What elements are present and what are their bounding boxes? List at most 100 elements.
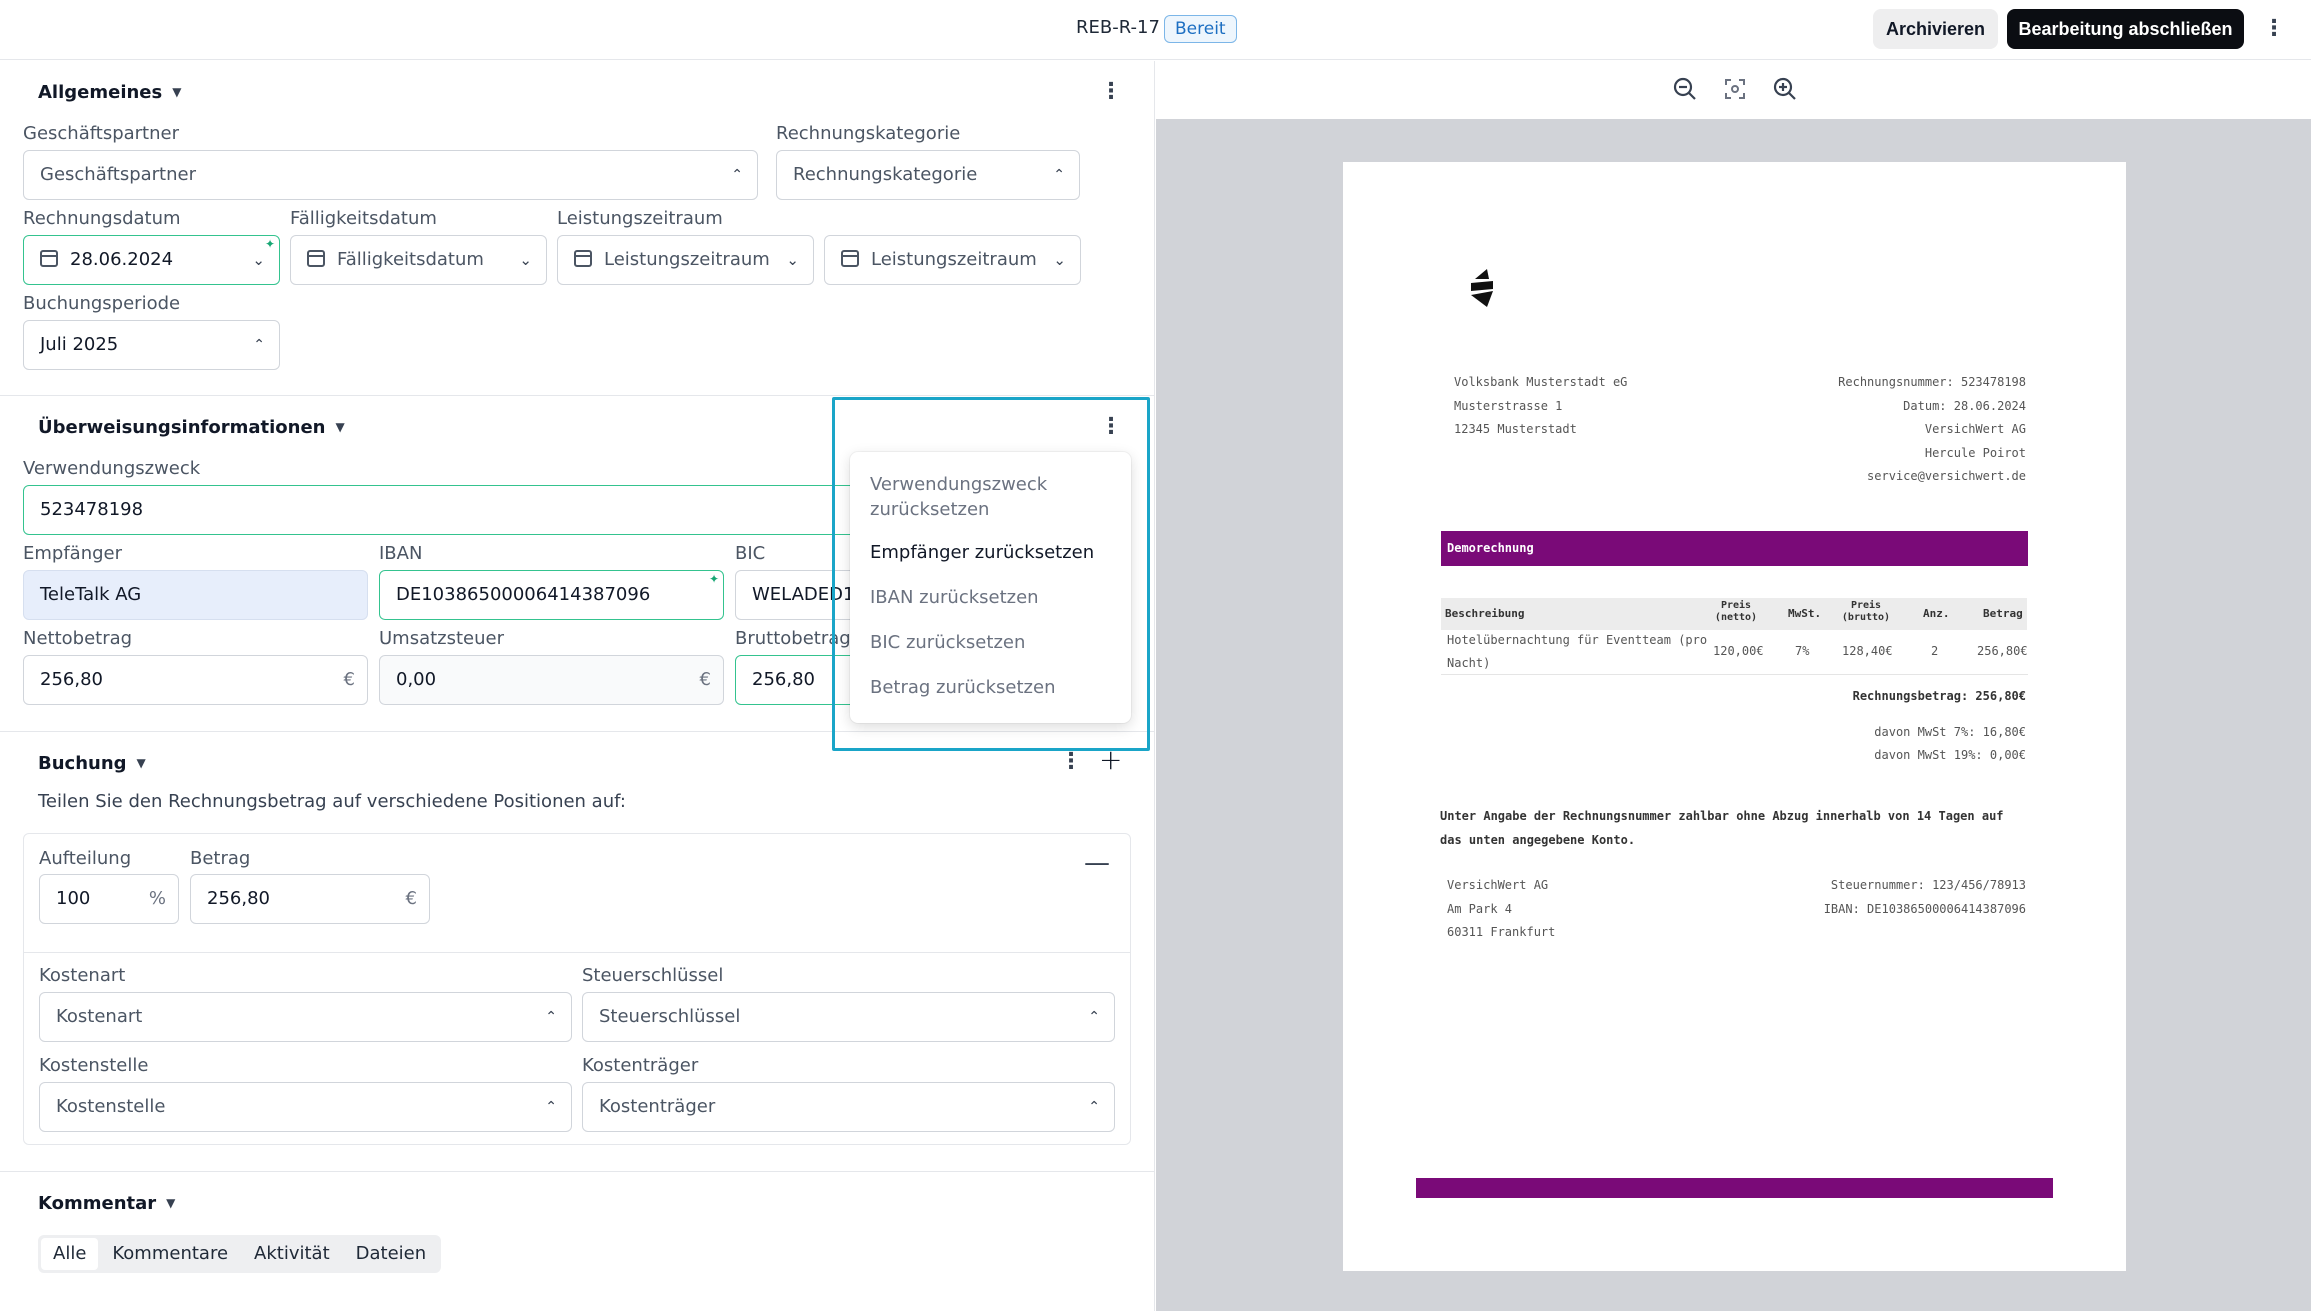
invoice-meta: Rechnungsnummer: 523478198 Datum: 28.06.2… xyxy=(1838,375,2026,483)
tab-files[interactable]: Dateien xyxy=(344,1238,439,1270)
remove-position-icon[interactable]: — xyxy=(1084,848,1110,878)
service-period-end-picker[interactable]: Leistungszeitraum ⌄ xyxy=(824,235,1081,285)
bic-label: BIC xyxy=(735,543,766,564)
split-percent-input[interactable]: 100% xyxy=(39,874,179,924)
tax-key-label: Steuerschlüssel xyxy=(582,965,724,986)
comment-tabs: Alle Kommentare Aktivität Dateien xyxy=(38,1235,442,1273)
booking-help-text: Teilen Sie den Rechnungsbetrag auf versc… xyxy=(38,791,626,812)
booking-period-select[interactable]: Juli 2025 ⌃ xyxy=(23,320,280,370)
menu-item-reset-bic[interactable]: BIC zurücksetzen xyxy=(870,630,1025,655)
archive-button[interactable]: Archivieren xyxy=(1873,9,1998,49)
service-period-start-picker[interactable]: Leistungszeitraum ⌄ xyxy=(557,235,814,285)
preview-toolbar xyxy=(1156,61,2311,119)
section-booking-title: Buchung xyxy=(38,753,127,774)
updown-icon: ⌃ xyxy=(545,1099,557,1115)
category-select[interactable]: Rechnungskategorie ⌃ xyxy=(776,150,1080,200)
top-bar: REB-R-17 Bereit Archivieren Bearbeitung … xyxy=(0,0,2311,60)
currency-suffix: € xyxy=(699,669,711,690)
vat-label: Umsatzsteuer xyxy=(379,628,505,649)
split-label: Aufteilung xyxy=(39,848,132,869)
currency-suffix: € xyxy=(343,669,355,690)
vat-19-line: davon MwSt 19%: 0,00€ xyxy=(1874,748,2026,762)
chevron-down-icon: ⌄ xyxy=(786,251,799,269)
currency-suffix: € xyxy=(405,888,417,909)
due-date-picker[interactable]: Fälligkeitsdatum ⌄ xyxy=(290,235,547,285)
tab-activity[interactable]: Aktivität xyxy=(242,1238,342,1270)
calendar-icon xyxy=(574,250,592,267)
invoice-banner: Demorechnung xyxy=(1441,531,2028,566)
updown-icon: ⌃ xyxy=(253,337,265,353)
section-booking-header[interactable]: Buchung ▼ xyxy=(38,753,146,774)
sparkle-icon: ✦ xyxy=(708,572,719,586)
menu-item-reset-purpose[interactable]: Verwendungszweck zurücksetzen xyxy=(870,472,1047,522)
chevron-down-icon: ⌄ xyxy=(1053,251,1066,269)
payment-note-line-2: das unten angegebene Konto. xyxy=(1440,833,1636,847)
section-transfer-title: Überweisungsinformationen xyxy=(38,417,326,438)
reset-menu: Verwendungszweck zurücksetzen Empfänger z… xyxy=(850,452,1131,723)
percent-suffix: % xyxy=(148,888,166,909)
recipient-input[interactable]: TeleTalk AG xyxy=(23,570,368,620)
kebab-icon[interactable]: ⋮ xyxy=(1100,81,1122,103)
cost-center-select[interactable]: Kostenstelle ⌃ xyxy=(39,1082,572,1132)
vat-input[interactable]: 0,00 € xyxy=(379,655,724,705)
menu-item-reset-recipient[interactable]: Empfänger zurücksetzen xyxy=(870,540,1094,565)
payment-note-line-1: Unter Angabe der Rechnungsnummer zahlbar… xyxy=(1440,809,2004,823)
updown-icon: ⌃ xyxy=(731,167,743,183)
updown-icon: ⌃ xyxy=(1053,167,1065,183)
updown-icon: ⌃ xyxy=(545,1009,557,1025)
section-transfer-header[interactable]: Überweisungsinformationen ▼ xyxy=(38,417,345,438)
kebab-icon[interactable]: ⋮ xyxy=(1060,751,1082,773)
section-general-header[interactable]: Allgemeines ▼ xyxy=(38,82,181,103)
amount-input[interactable]: 256,80 € xyxy=(190,874,430,924)
invoice-table-header: Beschreibung Preis (netto) MwSt. Preis (… xyxy=(1441,598,2027,630)
service-period-label: Leistungszeitraum xyxy=(557,208,723,229)
footer-tax-info: Steuernummer: 123/456/78913 IBAN: DE10386… xyxy=(1823,878,2026,916)
calendar-icon xyxy=(307,250,325,267)
vat-7-line: davon MwSt 7%: 16,80€ xyxy=(1874,725,2026,739)
fit-screen-icon[interactable] xyxy=(1721,75,1749,103)
invoice-page: Volksbank Musterstadt eG Musterstrasse 11… xyxy=(1343,162,2126,1271)
cost-unit-select[interactable]: Kostenträger ⌃ xyxy=(582,1082,1115,1132)
cost-unit-label: Kostenträger xyxy=(582,1055,699,1076)
booking-period-label: Buchungsperiode xyxy=(23,293,181,314)
menu-item-reset-amount[interactable]: Betrag zurücksetzen xyxy=(870,675,1055,700)
divider xyxy=(0,1171,1154,1172)
invoice-total: Rechnungsbetrag: 256,80€ xyxy=(1852,689,2026,703)
tax-key-select[interactable]: Steuerschlüssel ⌃ xyxy=(582,992,1115,1042)
zoom-out-icon[interactable] xyxy=(1671,75,1699,103)
tab-all[interactable]: Alle xyxy=(41,1238,99,1270)
sender-address: Volksbank Musterstadt eG Musterstrasse 11… xyxy=(1454,375,1628,436)
menu-item-reset-iban[interactable]: IBAN zurücksetzen xyxy=(870,585,1039,610)
updown-icon: ⌃ xyxy=(1088,1009,1100,1025)
calendar-icon xyxy=(40,250,58,267)
cost-center-label: Kostenstelle xyxy=(39,1055,149,1076)
booking-position-card: Aufteilung 100% Betrag 256,80 € — Kostena… xyxy=(23,833,1131,1145)
due-date-label: Fälligkeitsdatum xyxy=(290,208,437,229)
zoom-in-icon[interactable] xyxy=(1771,75,1799,103)
invoice-date-label: Rechnungsdatum xyxy=(23,208,181,229)
section-comment-header[interactable]: Kommentar ▼ xyxy=(38,1193,175,1214)
section-comment-title: Kommentar xyxy=(38,1193,157,1214)
cost-type-label: Kostenart xyxy=(39,965,126,986)
cost-type-select[interactable]: Kostenart ⌃ xyxy=(39,992,572,1042)
tab-comments[interactable]: Kommentare xyxy=(100,1238,240,1270)
iban-input[interactable]: DE10386500006414387096 ✦ xyxy=(379,570,724,620)
bank-logo-icon xyxy=(1471,269,1493,307)
calendar-icon xyxy=(841,250,859,267)
chevron-down-icon: ⌄ xyxy=(252,251,265,269)
kebab-icon[interactable]: ⋮ xyxy=(2263,18,2285,40)
divider xyxy=(24,952,1130,953)
sparkle-icon: ✦ xyxy=(264,237,275,251)
caret-down-icon: ▼ xyxy=(136,756,146,770)
caret-down-icon: ▼ xyxy=(166,1196,176,1210)
partner-select[interactable]: Geschäftspartner ⌃ xyxy=(23,150,758,200)
finish-editing-button[interactable]: Bearbeitung abschließen xyxy=(2007,9,2244,49)
section-general-title: Allgemeines xyxy=(38,82,163,103)
net-amount-label: Nettobetrag xyxy=(23,628,133,649)
footer-address: VersichWert AG Am Park 4 60311 Frankfurt xyxy=(1447,878,1556,939)
partner-label: Geschäftspartner xyxy=(23,123,179,144)
kebab-icon[interactable]: ⋮ xyxy=(1100,416,1122,438)
invoice-date-picker[interactable]: 28.06.2024 ⌄ ✦ xyxy=(23,235,280,285)
net-amount-input[interactable]: 256,80 € xyxy=(23,655,368,705)
category-label: Rechnungskategorie xyxy=(776,123,961,144)
